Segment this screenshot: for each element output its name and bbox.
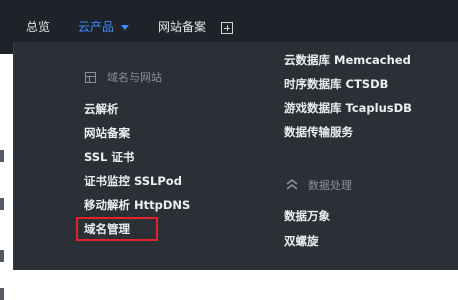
nav-cloud-products[interactable]: 云产品 — [78, 18, 114, 36]
background-fragment — [0, 288, 4, 300]
menu-item-memcached[interactable]: 云数据库 Memcached — [284, 52, 411, 68]
menu-item-ctsdb[interactable]: 时序数据库 CTSDB — [284, 76, 388, 92]
menu-item-cloud-infinite[interactable]: 数据万象 — [284, 208, 330, 224]
data-processing-icon — [286, 179, 298, 190]
menu-item-httpdns[interactable]: 移动解析 HttpDNS — [84, 197, 190, 213]
menu-item-dns[interactable]: 云解析 — [84, 101, 119, 117]
add-shortcut-icon[interactable] — [221, 22, 233, 34]
group-title-domain-website: 域名与网站 — [107, 71, 162, 84]
menu-item-tcaplusdb[interactable]: 游戏数据库 TcaplusDB — [284, 100, 412, 116]
background-fragment — [0, 198, 4, 210]
background-page-strip — [0, 54, 13, 300]
menu-item-ssl-cert[interactable]: SSL 证书 — [84, 149, 134, 165]
menu-item-double-helix[interactable]: 双螺旋 — [284, 233, 319, 249]
nav-overview[interactable]: 总览 — [26, 18, 50, 36]
chevron-down-icon — [121, 25, 129, 30]
menu-item-sslpod[interactable]: 证书监控 SSLPod — [84, 173, 182, 189]
background-fragment — [0, 250, 4, 262]
menu-item-icp-filing[interactable]: 网站备案 — [84, 125, 130, 141]
highlight-annotation-box — [76, 217, 158, 241]
group-title-data-processing: 数据处理 — [308, 179, 352, 192]
nav-icp-filing[interactable]: 网站备案 — [158, 18, 206, 36]
domain-website-icon — [85, 72, 96, 83]
background-fragment — [0, 150, 4, 162]
menu-item-data-transfer[interactable]: 数据传输服务 — [284, 124, 353, 140]
